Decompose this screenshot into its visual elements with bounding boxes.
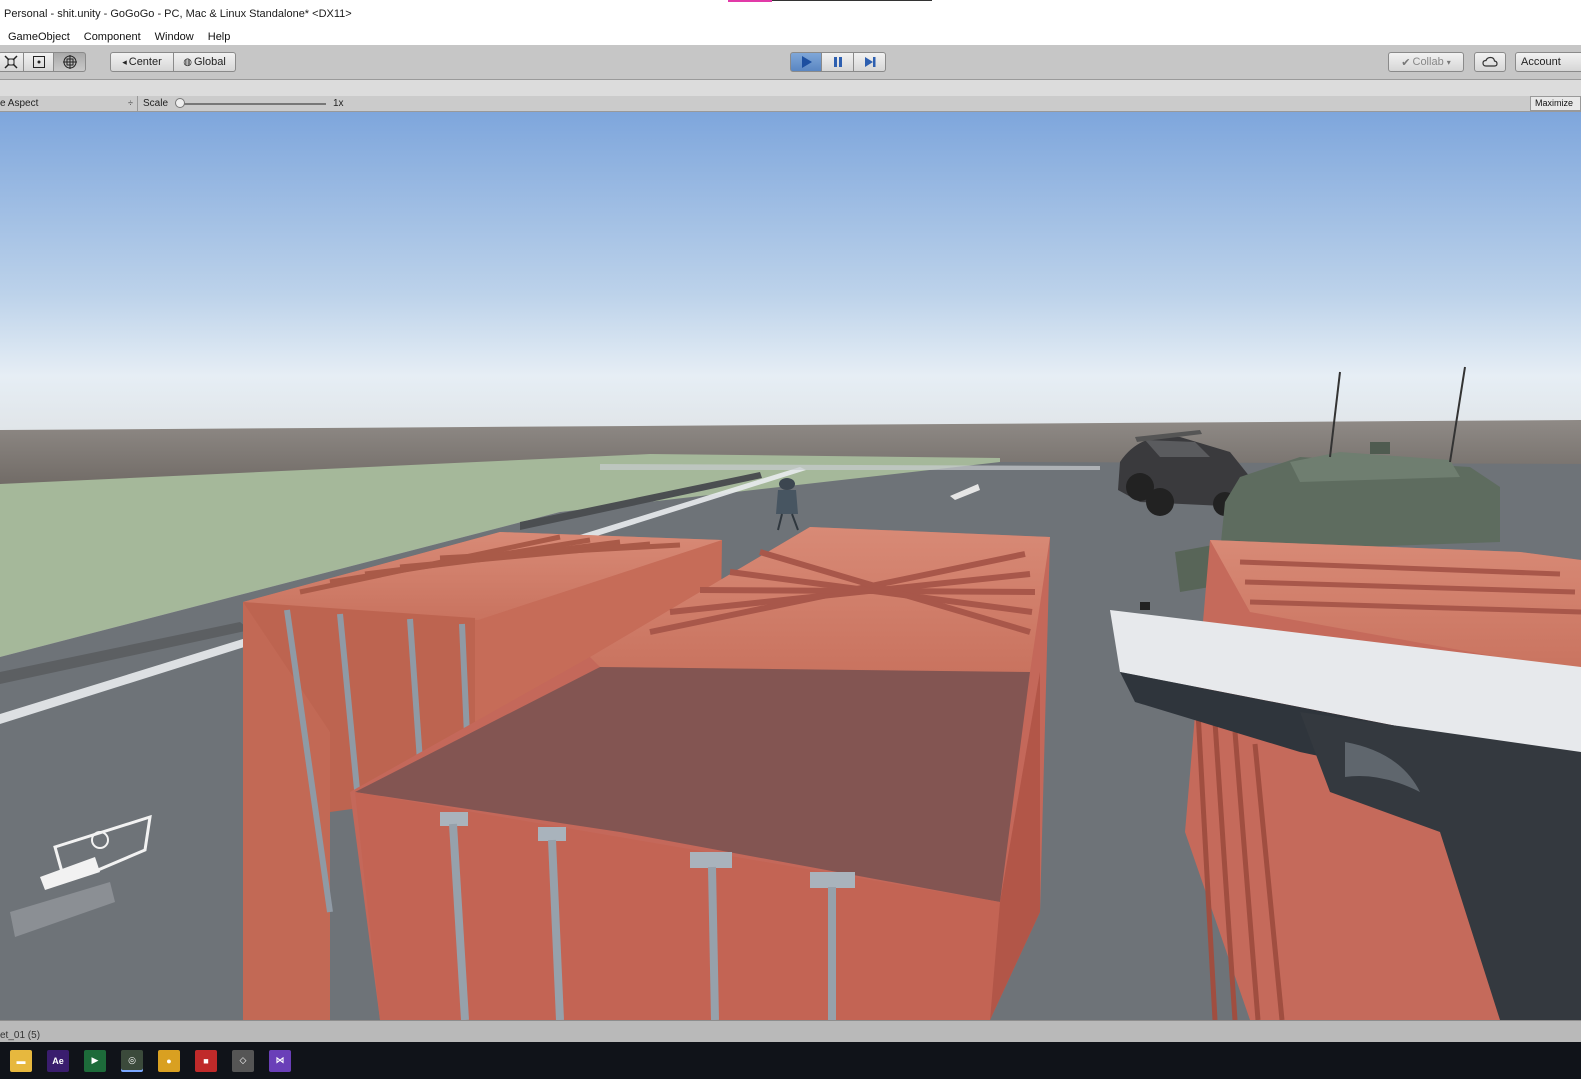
game-view-controls: e Aspect ÷ Scale 1x Maximize: [0, 96, 1581, 112]
status-bar: et_01 (5): [0, 1020, 1581, 1042]
status-text: et_01 (5): [0, 1030, 41, 1041]
scale-slider-track[interactable]: [178, 103, 326, 105]
pivot-icon: ◂: [122, 56, 127, 67]
title-accent-bar: [728, 0, 772, 2]
main-toolbar: ◂ Center ◍ Global ✔ Collab ▾ Account: [0, 45, 1581, 80]
scale-value: 1x: [333, 98, 344, 109]
aspect-arrow-icon: ÷: [128, 98, 133, 108]
controls-divider: [137, 96, 138, 112]
cloud-icon: [1482, 56, 1498, 67]
menu-bar: GameObject Component Window Help: [0, 28, 1581, 45]
red-app-icon[interactable]: ■: [195, 1049, 217, 1072]
step-button[interactable]: [854, 52, 886, 72]
chevron-down-icon: ▾: [1446, 57, 1451, 67]
globe-icon: ◍: [183, 56, 192, 68]
terminal-icon[interactable]: ▶: [84, 1049, 106, 1072]
maximize-on-play-toggle[interactable]: Maximize: [1530, 96, 1581, 111]
sky: [0, 112, 1581, 442]
play-icon: [802, 56, 812, 68]
play-button[interactable]: [790, 52, 822, 72]
game-view-tabbar: [0, 80, 1581, 96]
transform-tools: [0, 52, 86, 72]
after-effects-icon[interactable]: Ae: [47, 1049, 69, 1072]
check-icon: ✔: [1401, 56, 1411, 69]
scale-label: Scale: [143, 98, 169, 109]
game-viewport[interactable]: [0, 112, 1581, 1020]
rect-tool-icon: [32, 56, 45, 68]
menu-window[interactable]: Window: [155, 31, 194, 43]
scale-tool-icon: [4, 55, 18, 69]
pivot-center-toggle[interactable]: ◂ Center: [110, 52, 174, 72]
window-titlebar: Personal - shit.unity - GoGoGo - PC, Mac…: [0, 0, 1581, 28]
title-accent-line: [772, 0, 932, 1]
pivot-label: Center: [128, 56, 162, 68]
pause-icon: [833, 57, 842, 67]
space-label: Global: [193, 56, 226, 68]
scale-slider-thumb[interactable]: [175, 98, 185, 108]
pivot-controls: ◂ Center ◍ Global: [110, 52, 236, 72]
playback-controls: [790, 52, 886, 72]
os-taskbar: ▬ Ae ▶ ◎ ● ■ ◇ ⋈: [0, 1042, 1581, 1079]
visual-studio-icon[interactable]: ⋈: [269, 1049, 291, 1072]
collab-dropdown[interactable]: ✔ Collab ▾: [1388, 52, 1464, 72]
pause-button[interactable]: [822, 52, 854, 72]
unity-icon[interactable]: ◎: [121, 1049, 143, 1072]
unity-hub-icon[interactable]: ◇: [232, 1049, 254, 1072]
transform-tool-icon: [62, 55, 77, 69]
step-icon: [864, 57, 875, 67]
menu-help[interactable]: Help: [208, 31, 231, 43]
space-global-toggle[interactable]: ◍ Global: [174, 52, 236, 72]
aspect-dropdown[interactable]: e Aspect: [0, 98, 38, 109]
window-title: Personal - shit.unity - GoGoGo - PC, Mac…: [4, 8, 352, 20]
scale-tool-button[interactable]: [0, 52, 24, 72]
rect-tool-button[interactable]: [24, 52, 54, 72]
menu-gameobject[interactable]: GameObject: [8, 31, 70, 43]
account-dropdown[interactable]: Account: [1515, 52, 1581, 72]
file-explorer-icon[interactable]: ▬: [10, 1049, 32, 1072]
chrome-icon[interactable]: ●: [158, 1049, 180, 1072]
transform-tool-button[interactable]: [54, 52, 86, 72]
game-scene: [0, 112, 1581, 1020]
account-label: Account: [1521, 56, 1561, 68]
menu-component[interactable]: Component: [84, 31, 141, 43]
collab-label: Collab: [1412, 56, 1444, 68]
cloud-button[interactable]: [1474, 52, 1506, 72]
